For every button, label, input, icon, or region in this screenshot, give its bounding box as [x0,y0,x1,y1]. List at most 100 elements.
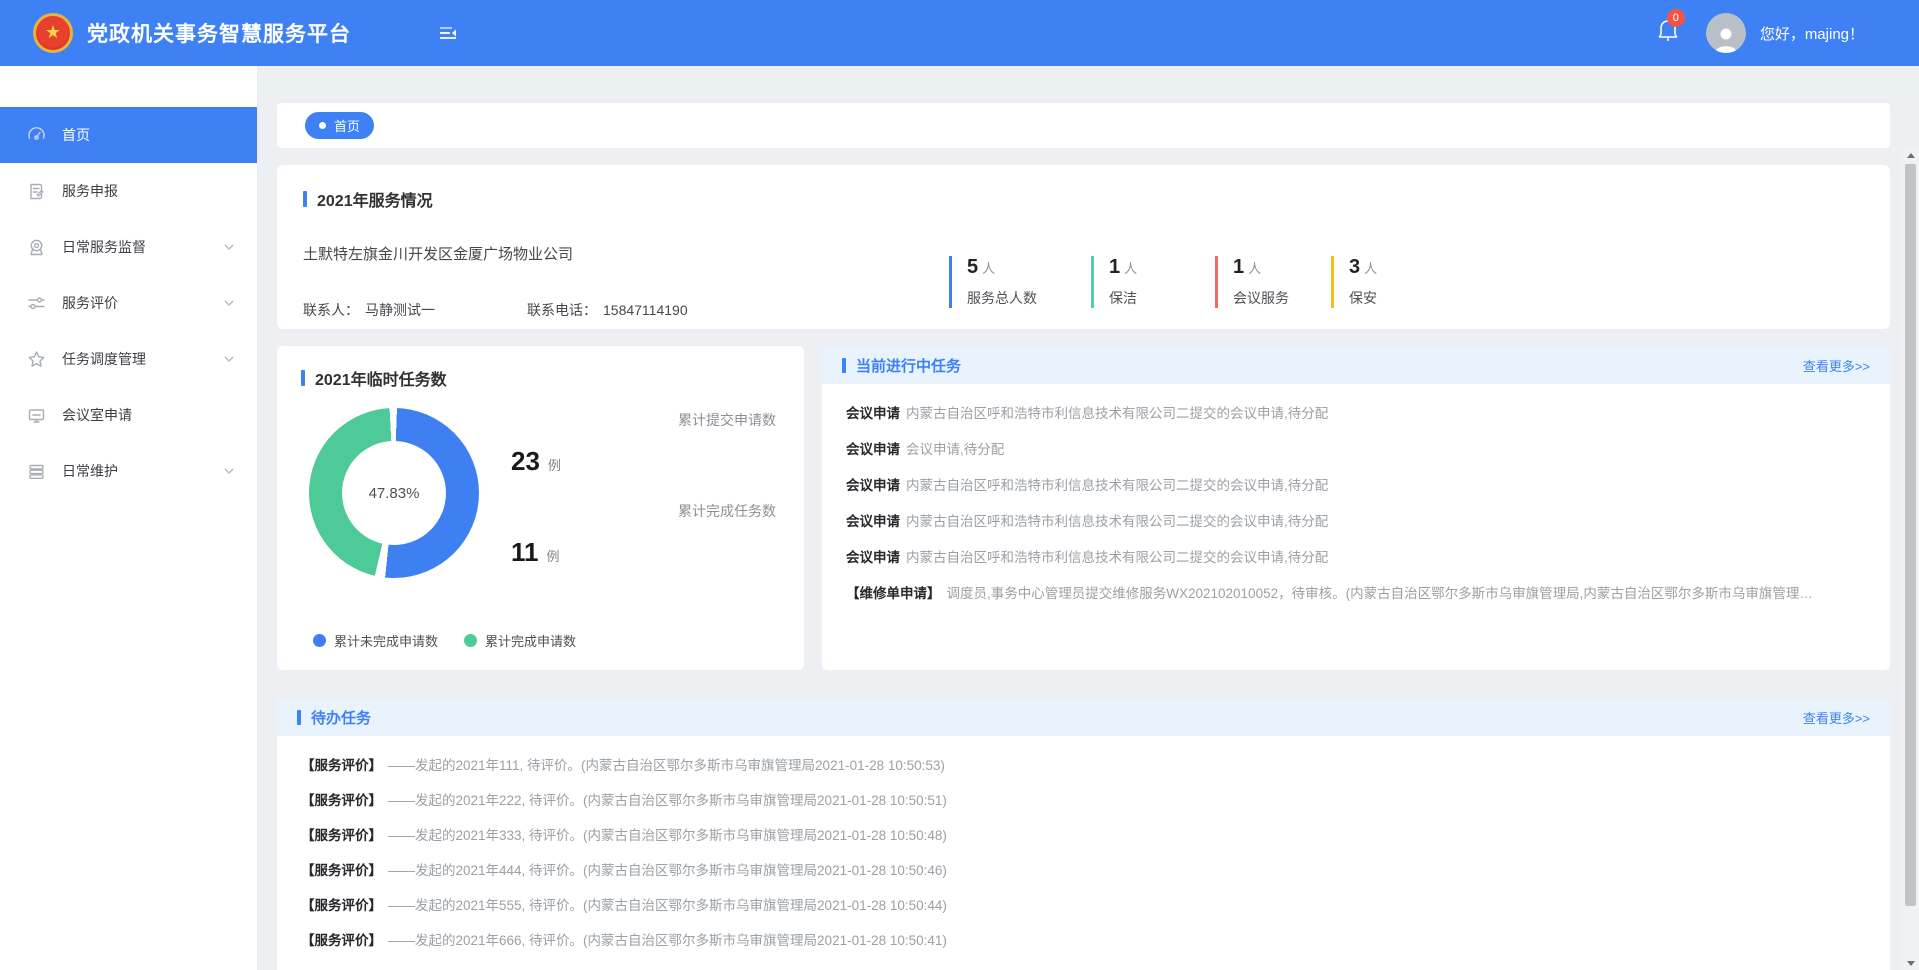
board-icon [26,405,46,425]
sidebar-nav: 首页 服务申报 日常服务监督 [0,66,258,970]
stat-meeting-service: 1人 会议服务 [1215,256,1301,308]
sidebar-item-label: 服务评价 [62,293,223,313]
stat-label: 保洁 [1109,288,1171,308]
vertical-scrollbar[interactable] [1902,148,1919,970]
sidebar-item-label: 日常服务监督 [62,237,223,257]
stat-total-staff: 5人 服务总人数 [949,256,1061,308]
stat-label: 会议服务 [1233,288,1301,308]
sidebar-item-label: 任务调度管理 [62,349,223,369]
chart-stat-value: 23 [511,446,540,476]
dot-icon [319,122,326,129]
sidebar-item-label: 会议室申请 [62,405,235,425]
title-accent-bar [303,191,307,207]
stat-unit: 人 [982,261,995,276]
chevron-down-icon [223,353,235,365]
list-item[interactable]: 会议申请内蒙古自治区呼和浩特市利信息技术有限公司二提交的会议申请,待分配 [846,548,1866,568]
stack-icon [26,461,46,481]
sidebar-item-label: 日常维护 [62,461,223,481]
title-accent-bar [842,358,846,373]
ongoing-more-link[interactable]: 查看更多>> [1803,356,1870,375]
sidebar-item-home[interactable]: 首页 [0,107,257,163]
list-item[interactable]: 会议申请内蒙古自治区呼和浩特市利信息技术有限公司二提交的会议申请,待分配 [846,476,1866,496]
main-content: 首页 2021年服务情况 土默特左旗金川开发区金厦广场物业公司 联系人：马静测试… [258,66,1919,970]
national-emblem-logo: ★ [33,13,73,53]
sliders-icon [26,293,46,313]
notification-badge: 0 [1667,9,1685,27]
chart-stat-label: 累计完成任务数 [505,501,776,521]
star-icon [26,349,46,369]
list-item[interactable]: 【服务评价】——发起的2021年444, 待评价。(内蒙古自治区鄂尔多斯市乌审旗… [301,861,1866,881]
stat-value: 5 [967,256,978,278]
sidebar-item-meeting-room[interactable]: 会议室申请 [0,387,257,443]
sidebar-item-service-declare[interactable]: 服务申报 [0,163,257,219]
stat-unit: 人 [1124,261,1137,276]
legend-finished: 累计完成申请数 [464,631,576,650]
chart-stat-submitted: 累计提交申请数 23例 [505,410,776,477]
webcam-icon [26,237,46,257]
ongoing-tasks-card: 当前进行中任务 查看更多>> 会议申请内蒙古自治区呼和浩特市利信息技术有限公司二… [822,346,1890,670]
service-overview-card: 2021年服务情况 土默特左旗金川开发区金厦广场物业公司 联系人：马静测试一联系… [277,165,1890,329]
user-icon [1711,23,1741,53]
top-header: ★ 党政机关事务智慧服务平台 0 您好，majing！ [0,0,1919,66]
stat-unit: 人 [1248,261,1261,276]
chart-stat-value: 11 [511,537,539,567]
contact-label: 联系人： [303,302,359,318]
legend-label: 累计未完成申请数 [334,631,438,650]
contact-name: 马静测试一 [365,302,435,318]
chevron-down-icon [223,465,235,477]
ongoing-tasks-title: 当前进行中任务 [856,355,961,376]
phone-label: 联系电话： [527,302,597,318]
list-item[interactable]: 【维修单申请】调度员,事务中心管理员提交维修服务WX202102010052，待… [846,584,1866,604]
service-card-title: 2021年服务情况 [317,187,433,211]
chevron-down-icon [223,241,235,253]
notification-button[interactable]: 0 [1656,18,1680,49]
breadcrumb-home-tag[interactable]: 首页 [305,112,374,139]
stat-value: 1 [1109,256,1120,278]
legend-dot-icon [313,634,326,647]
sidebar-item-label: 首页 [62,125,235,145]
staff-stats: 5人 服务总人数 1人 保洁 1人 会议服务 3人 保安 [949,243,1421,320]
chart-legend: 累计未完成申请数 累计完成申请数 [301,631,780,650]
stat-unit: 人 [1364,261,1377,276]
list-item[interactable]: 会议申请内蒙古自治区呼和浩特市利信息技术有限公司二提交的会议申请,待分配 [846,404,1866,424]
menu-fold-button[interactable] [437,22,459,44]
list-item[interactable]: 会议申请内蒙古自治区呼和浩特市利信息技术有限公司二提交的会议申请,待分配 [846,512,1866,532]
list-item[interactable]: 【服务评价】——发起的2021年222, 待评价。(内蒙古自治区鄂尔多斯市乌审旗… [301,791,1866,811]
list-item[interactable]: 【服务评价】——发起的2021年111, 待评价。(内蒙古自治区鄂尔多斯市乌审旗… [301,756,1866,776]
donut-center-label: 47.83% [342,441,446,545]
legend-label: 累计完成申请数 [485,631,576,650]
legend-unfinished: 累计未完成申请数 [313,631,438,650]
list-item[interactable]: 【服务评价】——发起的2021年666, 待评价。(内蒙古自治区鄂尔多斯市乌审旗… [301,931,1866,951]
document-icon [26,181,46,201]
dashboard-icon [26,125,46,145]
stat-label: 服务总人数 [967,288,1061,308]
contact-row: 联系人： 马静测试一 联系电话： 15847114190 [303,300,949,320]
avatar[interactable] [1706,13,1746,53]
chart-card-title: 2021年临时任务数 [315,366,447,390]
sidebar-item-daily-maintenance[interactable]: 日常维护 [0,443,257,499]
stat-value: 1 [1233,256,1244,278]
sidebar-item-service-evaluation[interactable]: 服务评价 [0,275,257,331]
todo-tasks-card: 待办任务 查看更多>> 【服务评价】——发起的2021年111, 待评价。(内蒙… [277,698,1890,970]
stat-security: 3人 保安 [1331,256,1391,308]
donut-chart: 47.83% [309,408,479,578]
scrollbar-down-arrow-icon[interactable] [1902,956,1919,970]
stat-label: 保安 [1349,288,1391,308]
user-greeting: 您好，majing！ [1760,23,1864,44]
sidebar-item-daily-supervision[interactable]: 日常服务监督 [0,219,257,275]
scrollbar-thumb[interactable] [1905,164,1916,906]
list-item[interactable]: 会议申请会议申请,待分配 [846,440,1866,460]
todo-more-link[interactable]: 查看更多>> [1803,708,1870,727]
breadcrumb-label: 首页 [334,116,360,135]
chart-stat-label: 累计提交申请数 [505,410,776,430]
phone-number: 15847114190 [603,302,688,318]
temp-task-chart-card: 2021年临时任务数 47.83% 累计提交申请数 23例 累计完成任务数 11… [277,346,804,670]
stat-cleaning: 1人 保洁 [1091,256,1171,308]
chevron-down-icon [223,297,235,309]
sidebar-item-task-scheduling[interactable]: 任务调度管理 [0,331,257,387]
list-item[interactable]: 【服务评价】——发起的2021年333, 待评价。(内蒙古自治区鄂尔多斯市乌审旗… [301,826,1866,846]
list-item[interactable]: 【服务评价】——发起的2021年555, 待评价。(内蒙古自治区鄂尔多斯市乌审旗… [301,896,1866,916]
chart-stat-completed: 累计完成任务数 11例 [505,501,776,568]
scrollbar-up-arrow-icon[interactable] [1902,148,1919,162]
title-accent-bar [297,710,301,725]
